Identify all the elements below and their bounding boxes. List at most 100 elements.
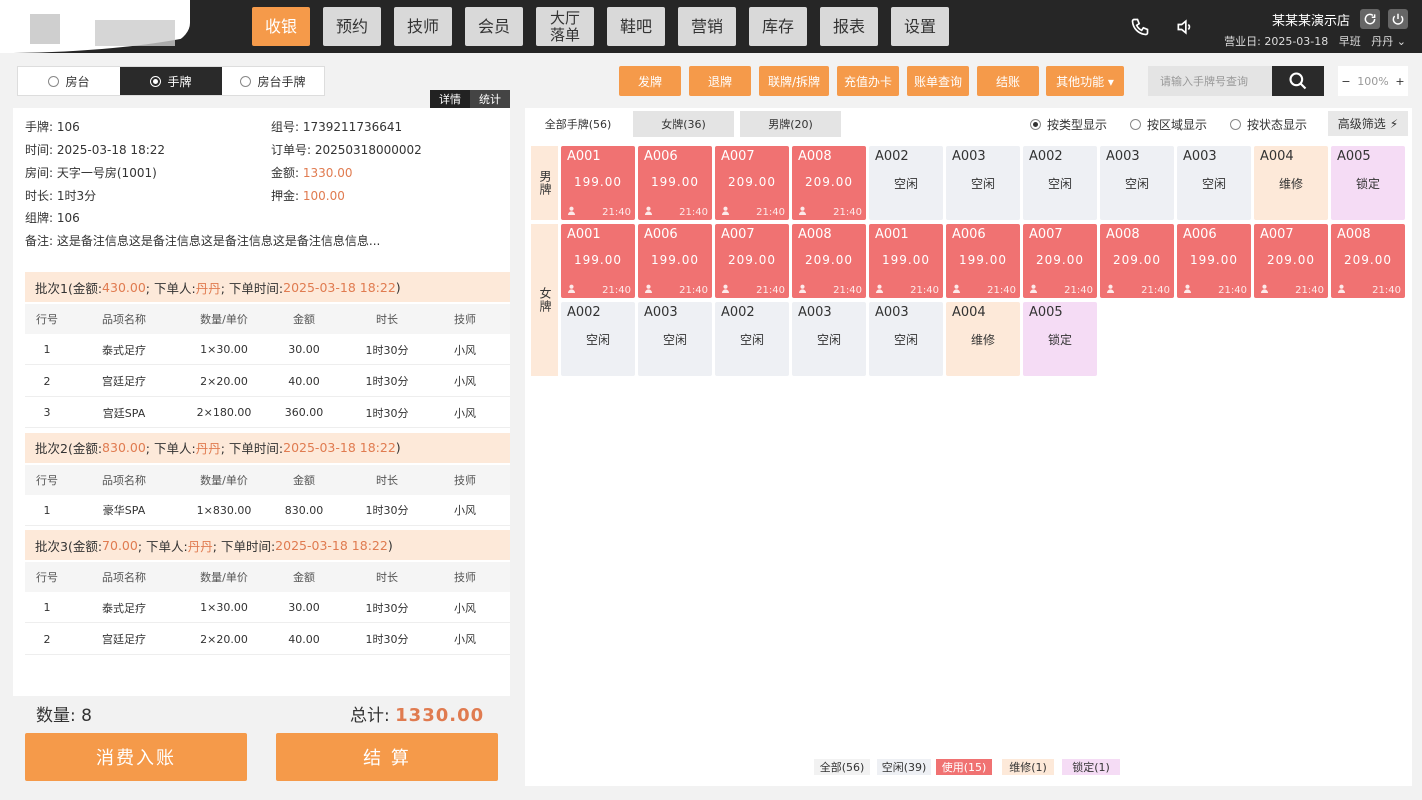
column-header: 数量/单价: [200, 571, 248, 584]
nav-report[interactable]: 报表: [820, 7, 878, 46]
tag-card[interactable]: A008 209.00 21:40: [1100, 224, 1174, 298]
legend-item[interactable]: 空闲(39): [877, 759, 931, 775]
nav-technician[interactable]: 技师: [394, 7, 452, 46]
tab-female-tags[interactable]: 女牌(36): [633, 111, 734, 137]
tag-card[interactable]: A005 锁定: [1331, 146, 1405, 220]
tag-card[interactable]: A001 199.00 21:40: [869, 224, 943, 298]
nav-inventory[interactable]: 库存: [749, 7, 807, 46]
shift: 早班: [1338, 35, 1361, 48]
column-header: 品项名称: [102, 313, 146, 326]
power-icon[interactable]: [1388, 9, 1408, 29]
column-header: 数量/单价: [200, 313, 248, 326]
mode-tab-room[interactable]: 房台: [18, 67, 120, 95]
advanced-filter-button[interactable]: 高级筛选 ⚡: [1328, 111, 1408, 136]
nav-cashier[interactable]: 收银: [252, 7, 310, 46]
tab-detail[interactable]: 详情: [430, 90, 470, 108]
option-by-area[interactable]: 按区域显示: [1130, 116, 1207, 133]
tab-stats[interactable]: 统计: [470, 90, 510, 108]
tag-status: 空闲: [970, 177, 995, 191]
batch-header: 批次2 (金额: 830.00; 下单人: 丹丹; 下单时间: 2025-03-18 …: [25, 432, 510, 463]
table-row[interactable]: 2 宫廷足疗 2×20.00 40.00 1时30分 小风: [25, 625, 510, 655]
nav-marketing[interactable]: 营销: [678, 7, 736, 46]
bill-query-button[interactable]: 账单查询: [907, 66, 969, 96]
tag-card[interactable]: A002 空闲: [1023, 146, 1097, 220]
tag-card[interactable]: A006 199.00 21:40: [946, 224, 1020, 298]
table-row[interactable]: 3 宫廷SPA 2×180.00 360.00 1时30分 小风: [25, 398, 510, 428]
settle-button[interactable]: 结账: [977, 66, 1039, 96]
legend-item[interactable]: 锁定(1): [1062, 759, 1120, 775]
zoom-out-button[interactable]: −: [1341, 75, 1350, 88]
table-cell: 泰式足疗: [102, 601, 146, 615]
table-row[interactable]: 1 豪华SPA 1×830.00 830.00 1时30分 小风: [25, 496, 510, 526]
checkout-button[interactable]: 结 算: [276, 733, 498, 781]
current-user[interactable]: 丹丹: [1371, 35, 1393, 48]
note-info: 备注: 这是备注信息这是备注信息这是备注信息这是备注信息信息...: [25, 234, 381, 248]
zoom-in-button[interactable]: +: [1395, 75, 1404, 88]
tag-card[interactable]: A006 199.00 21:40: [638, 224, 712, 298]
tag-card[interactable]: A005 锁定: [1023, 302, 1097, 376]
tag-card[interactable]: A001 199.00 21:40: [561, 224, 635, 298]
more-functions-button[interactable]: 其他功能 ▾: [1046, 66, 1124, 96]
search-input[interactable]: 请输入手牌号查询: [1148, 66, 1272, 96]
column-header: 时长: [376, 571, 398, 584]
tag-card[interactable]: A003 空闲: [792, 302, 866, 376]
column-header: 技师: [454, 313, 476, 326]
tag-price: 199.00: [1190, 253, 1238, 267]
table-row[interactable]: 1 泰式足疗 1×30.00 30.00 1时30分 小风: [25, 335, 510, 365]
search-button[interactable]: [1272, 66, 1324, 96]
nav-hall-order[interactable]: 大厅 落单: [536, 7, 594, 46]
tag-card[interactable]: A006 199.00 21:40: [638, 146, 712, 220]
tag-price: 209.00: [1036, 253, 1084, 267]
tag-card[interactable]: A007 209.00 21:40: [1254, 224, 1328, 298]
person-icon: [798, 206, 807, 218]
nav-booking[interactable]: 预约: [323, 7, 381, 46]
tag-card[interactable]: A001 199.00 21:40: [561, 146, 635, 220]
refresh-icon[interactable]: [1360, 9, 1380, 29]
tag-price: 199.00: [651, 175, 699, 189]
tag-card[interactable]: A002 空闲: [869, 146, 943, 220]
group-label: 男牌: [531, 146, 558, 220]
legend-item[interactable]: 全部(56): [814, 759, 870, 775]
tag-card[interactable]: A002 空闲: [715, 302, 789, 376]
tag-card[interactable]: A004 维修: [946, 302, 1020, 376]
tag-card[interactable]: A004 维修: [1254, 146, 1328, 220]
table-cell: 1时30分: [365, 633, 409, 646]
tag-card[interactable]: A007 209.00 21:40: [715, 146, 789, 220]
tag-card[interactable]: A007 209.00 21:40: [715, 224, 789, 298]
link-split-tag-button[interactable]: 联牌/拆牌: [759, 66, 829, 96]
tag-status: 空闲: [1201, 177, 1226, 191]
table-cell: 830.00: [284, 503, 324, 517]
post-consumption-button[interactable]: 消费入账: [25, 733, 247, 781]
nav-settings[interactable]: 设置: [891, 7, 949, 46]
legend-item[interactable]: 维修(1): [1002, 759, 1054, 775]
batch-header-text: 830.00: [102, 440, 146, 455]
nav-shoe-bar[interactable]: 鞋吧: [607, 7, 665, 46]
tag-card[interactable]: A008 209.00 21:40: [1331, 224, 1405, 298]
tag-card[interactable]: A003 空闲: [638, 302, 712, 376]
tag-card[interactable]: A008 209.00 21:40: [792, 146, 866, 220]
option-by-status[interactable]: 按状态显示: [1230, 116, 1307, 133]
tag-card[interactable]: A003 空闲: [1100, 146, 1174, 220]
legend-item[interactable]: 使用(15): [936, 759, 992, 775]
table-row[interactable]: 2 宫廷足疗 2×20.00 40.00 1时30分 小风: [25, 367, 510, 397]
speaker-icon[interactable]: [1163, 0, 1207, 53]
mode-tab-room-hand-tag[interactable]: 房台手牌: [222, 67, 324, 95]
option-by-type[interactable]: 按类型显示: [1030, 116, 1107, 133]
tag-card[interactable]: A003 空闲: [869, 302, 943, 376]
mode-tab-hand-tag[interactable]: 手牌: [120, 67, 222, 95]
tag-card[interactable]: A003 空闲: [946, 146, 1020, 220]
tag-card[interactable]: A006 199.00 21:40: [1177, 224, 1251, 298]
tab-male-tags[interactable]: 男牌(20): [740, 111, 841, 137]
table-row[interactable]: 1 泰式足疗 1×30.00 30.00 1时30分 小风: [25, 593, 510, 623]
tab-all-tags[interactable]: 全部手牌(56): [530, 111, 626, 137]
nav-member[interactable]: 会员: [465, 7, 523, 46]
issue-tag-button[interactable]: 发牌: [619, 66, 681, 96]
tag-card[interactable]: A007 209.00 21:40: [1023, 224, 1097, 298]
phone-icon[interactable]: [1118, 0, 1162, 53]
table-cell: 1×830.00: [196, 503, 252, 517]
recharge-card-button[interactable]: 充值办卡: [837, 66, 899, 96]
tag-card[interactable]: A003 空闲: [1177, 146, 1251, 220]
tag-card[interactable]: A002 空闲: [561, 302, 635, 376]
return-tag-button[interactable]: 退牌: [689, 66, 751, 96]
tag-card[interactable]: A008 209.00 21:40: [792, 224, 866, 298]
